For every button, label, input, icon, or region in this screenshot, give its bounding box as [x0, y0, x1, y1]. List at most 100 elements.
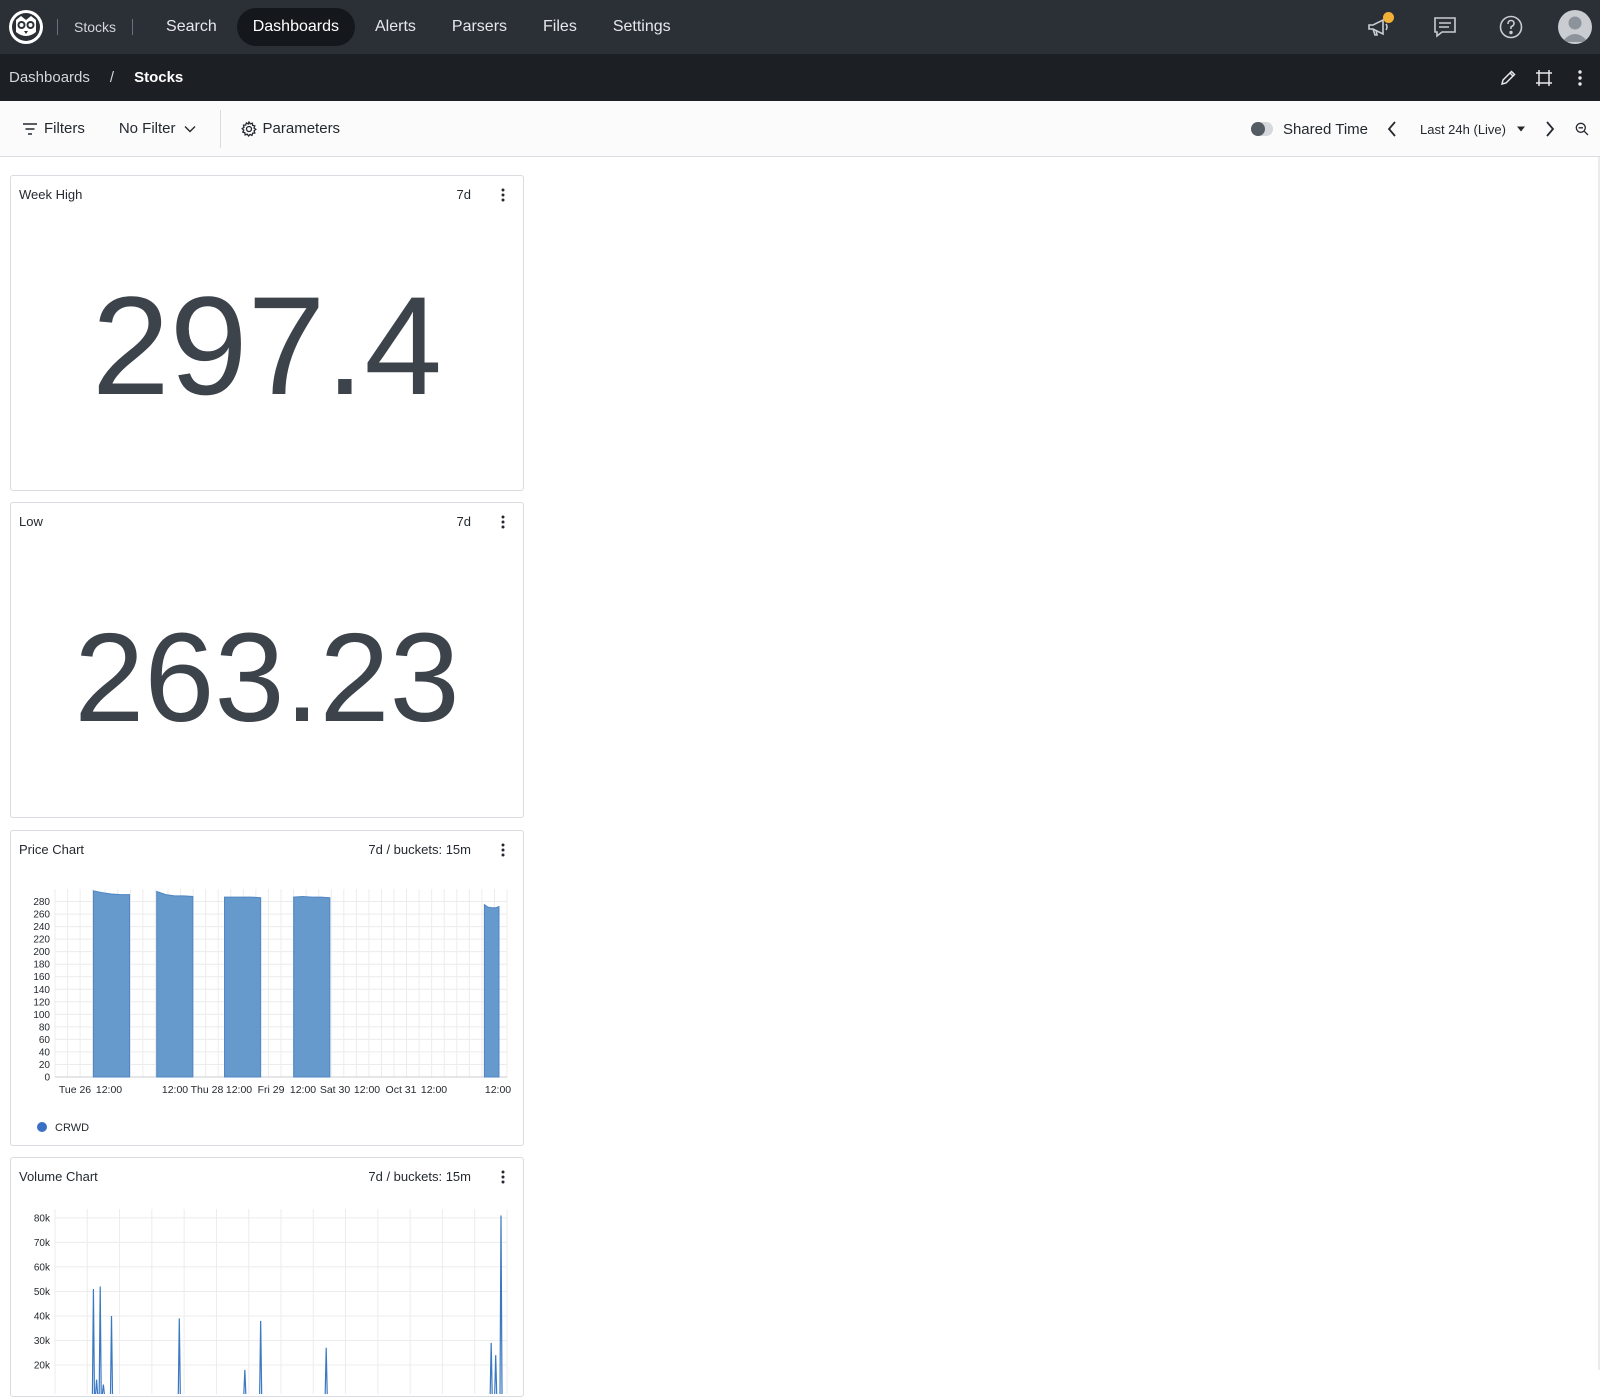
- y-tick-label: 40: [39, 1047, 51, 1058]
- x-tick-label: Thu 28: [191, 1084, 224, 1096]
- time-forward-button[interactable]: [1540, 115, 1560, 143]
- y-tick-label: 240: [33, 922, 50, 933]
- x-tick-label: Tue 26: [59, 1084, 91, 1096]
- nav-tab-files[interactable]: Files: [527, 8, 593, 46]
- volume-spike: [489, 1342, 493, 1394]
- widget-title: Price Chart: [19, 842, 85, 857]
- legend-marker: [37, 1122, 47, 1132]
- y-tick-label: 220: [33, 935, 50, 946]
- widget-time-range: 7d / buckets: 15m: [368, 1169, 471, 1184]
- price-area-segment: [224, 896, 262, 1078]
- nav-tab-parsers[interactable]: Parsers: [436, 8, 523, 46]
- x-tick-label: 12:00: [290, 1084, 316, 1096]
- y-tick-label: 200: [33, 947, 50, 958]
- breadcrumb-separator: /: [109, 69, 115, 86]
- y-tick-label: 100: [33, 1010, 50, 1021]
- volume-spike: [243, 1369, 247, 1394]
- fullscreen-button[interactable]: [1530, 64, 1558, 92]
- feedback-button[interactable]: [1428, 10, 1462, 44]
- dashboard-title: Stocks: [134, 69, 184, 86]
- widget-title: Low: [19, 514, 43, 529]
- widget-title: Volume Chart: [19, 1169, 98, 1184]
- repository-name[interactable]: Stocks: [58, 19, 132, 35]
- y-tick-label: 280: [33, 897, 50, 908]
- more-vertical-icon: [501, 1170, 505, 1184]
- chat-icon: [1434, 17, 1456, 38]
- more-vertical-icon: [501, 843, 505, 857]
- single-value: 297.4: [91, 267, 443, 424]
- breadcrumb: Dashboards / Stocks: [0, 54, 1600, 101]
- x-tick-label: 12:00: [354, 1084, 380, 1096]
- x-tick-label: 12:00: [421, 1084, 447, 1096]
- y-tick-label: 80k: [34, 1213, 51, 1224]
- widget-menu-button[interactable]: [495, 841, 511, 859]
- legend-label: CRWD: [55, 1122, 89, 1134]
- gear-icon: [240, 120, 257, 137]
- shared-time-label: Shared Time: [1282, 120, 1368, 138]
- y-tick-label: 80: [39, 1022, 51, 1033]
- zoom-out-button[interactable]: [1570, 115, 1594, 143]
- widget-menu-button[interactable]: [495, 1168, 511, 1186]
- parameters-button[interactable]: Parameters: [235, 111, 347, 147]
- time-range-select[interactable]: Last 24h (Live): [1420, 122, 1526, 137]
- price-area-segment: [156, 890, 194, 1078]
- dashboard-menu-button[interactable]: [1566, 64, 1594, 92]
- edit-dashboard-button[interactable]: [1494, 64, 1522, 92]
- y-tick-label: 40k: [34, 1311, 51, 1322]
- x-tick-label: 12:00: [96, 1084, 122, 1096]
- y-tick-label: 50k: [34, 1287, 51, 1298]
- widget-title: Week High: [19, 187, 83, 202]
- nav-tab-search[interactable]: Search: [150, 8, 233, 46]
- widget-menu-button[interactable]: [495, 513, 511, 531]
- volume-spike: [499, 1215, 503, 1394]
- announcements-button[interactable]: [1362, 10, 1396, 44]
- more-vertical-icon: [501, 515, 505, 529]
- toolbar-divider: [219, 109, 221, 148]
- y-tick-label: 180: [33, 960, 50, 971]
- y-tick-label: 0: [44, 1073, 50, 1084]
- price-area-segment: [92, 890, 131, 1078]
- x-tick-label: Sat 30: [320, 1084, 351, 1096]
- dashboard-toolbar: Filters No Filter Parameters Shared Time…: [0, 101, 1600, 157]
- more-vertical-icon: [1578, 69, 1582, 86]
- user-avatar[interactable]: [1558, 10, 1592, 44]
- filter-icon: [23, 122, 37, 135]
- x-tick-label: 12:00: [226, 1084, 252, 1096]
- volume-spike: [177, 1318, 181, 1394]
- x-tick-label: Oct 31: [386, 1084, 417, 1096]
- volume-spike: [259, 1320, 263, 1394]
- widget-time-range: 7d: [456, 514, 471, 529]
- y-tick-label: 20: [39, 1060, 51, 1071]
- fullscreen-icon: [1536, 69, 1552, 86]
- nav-tab-alerts[interactable]: Alerts: [359, 8, 432, 46]
- x-tick-label: 12:00: [162, 1084, 188, 1096]
- volume-spike: [494, 1355, 498, 1394]
- shared-time-toggle[interactable]: [1250, 122, 1273, 136]
- volume-spike: [324, 1347, 328, 1394]
- widget-time-range: 7d / buckets: 15m: [368, 842, 471, 857]
- filter-select[interactable]: No Filter: [113, 111, 202, 147]
- logo-icon[interactable]: [9, 10, 43, 44]
- nav-tab-settings[interactable]: Settings: [597, 8, 687, 46]
- pencil-icon: [1500, 69, 1516, 85]
- widget-menu-button[interactable]: [495, 186, 511, 204]
- time-back-button[interactable]: [1382, 115, 1402, 143]
- volume-spike: [109, 1315, 114, 1394]
- y-tick-label: 60: [39, 1035, 51, 1046]
- breadcrumb-dashboards[interactable]: Dashboards: [9, 69, 90, 86]
- widget-volume-chart: Volume Chart 7d / buckets: 15m 20k 30k 40k…: [10, 1157, 524, 1397]
- y-tick-label: 160: [33, 972, 50, 983]
- chevron-right-icon: [1546, 121, 1555, 137]
- nav-tab-dashboards[interactable]: Dashboards: [236, 8, 355, 46]
- widget-time-range: 7d: [456, 187, 471, 202]
- volume-spike: [91, 1288, 96, 1394]
- help-button[interactable]: [1494, 10, 1528, 44]
- x-tick-label: Fri 29: [258, 1084, 285, 1096]
- y-tick-label: 70k: [34, 1238, 51, 1249]
- parameters-label: Parameters: [262, 120, 341, 137]
- top-navigation: Stocks Search Dashboards Alerts Parsers …: [0, 0, 1600, 54]
- single-value: 263.23: [74, 607, 460, 748]
- zoom-out-icon: [1575, 122, 1589, 136]
- volume-spike: [101, 1384, 105, 1394]
- filters-button[interactable]: Filters: [16, 111, 91, 147]
